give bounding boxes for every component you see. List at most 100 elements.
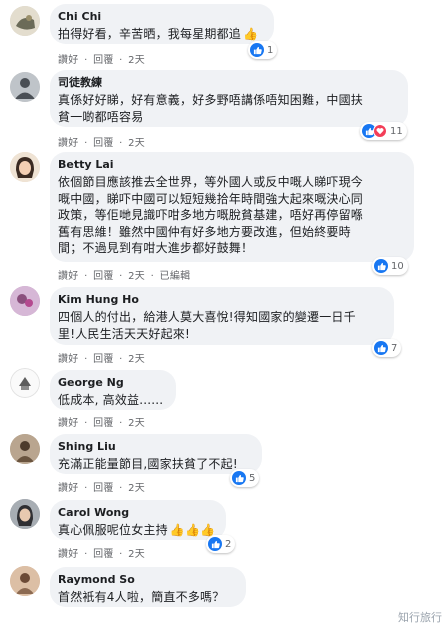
- reaction-summary[interactable]: 5: [230, 469, 260, 487]
- comment-line: 政策，等佢哋見識吓咁多地方嘅脫貧基建，唔好再停留喺: [58, 208, 364, 222]
- like-icon: [250, 43, 264, 57]
- separator: ·: [119, 354, 123, 365]
- reply-link[interactable]: 回覆: [93, 418, 114, 429]
- reaction-summary[interactable]: 2: [206, 535, 236, 553]
- comment-text: 依個節目應該推去全世界，等外國人或反中嘅人睇吓現今 嘅中國，睇吓中國可以短短幾拾…: [58, 174, 404, 257]
- user-avatar-icon: [10, 72, 40, 102]
- commenter-name[interactable]: Raymond So: [58, 573, 236, 587]
- comment-line: 嘅中國，睇吓中國可以短短幾拾年時間強大起來嘅決心同: [58, 191, 364, 206]
- separator: ·: [84, 549, 88, 560]
- love-icon: [373, 124, 387, 138]
- avatar[interactable]: [10, 368, 40, 398]
- watermark: 知行旅行: [398, 611, 442, 624]
- comment-line: 里!人民生活天天好起來!: [58, 326, 191, 341]
- like-icon: [374, 341, 388, 355]
- comment-line: 真係好好睇，好有意義，好多野唔講係唔知困難，中國扶: [58, 93, 364, 107]
- separator: ·: [119, 271, 123, 282]
- reaction-summary[interactable]: 11: [360, 122, 407, 140]
- commenter-name[interactable]: George Ng: [58, 376, 166, 390]
- commenter-name[interactable]: Kim Hung Ho: [58, 293, 384, 307]
- comment-text: 真係好好睇，好有意義，好多野唔講係唔知困難，中國扶 貧一啲都唔容易: [58, 92, 398, 125]
- comment-bubble: Betty Lai 依個節目應該推去全世界，等外國人或反中嘅人睇吓現今 嘅中國，…: [50, 152, 414, 262]
- avatar[interactable]: [10, 152, 40, 182]
- comment-text: 拍得好看，辛苦晒，我每星期都追 👍: [58, 26, 264, 43]
- avatar[interactable]: [10, 566, 40, 596]
- user-avatar-icon: [10, 286, 40, 316]
- like-link[interactable]: 讚好: [58, 483, 79, 494]
- comment-actions: 讚好 · 回覆 · 2天: [58, 134, 147, 149]
- avatar[interactable]: [10, 434, 40, 464]
- reaction-summary[interactable]: 7: [372, 339, 402, 357]
- like-link[interactable]: 讚好: [58, 354, 79, 365]
- commenter-name[interactable]: 司徒教練: [58, 76, 398, 90]
- separator: ·: [119, 483, 123, 494]
- like-link[interactable]: 讚好: [58, 138, 79, 149]
- comment-bubble: Raymond So 首然衹有4人啦，簡直不多嗎？: [50, 567, 246, 607]
- comment-text: 首然衹有4人啦，簡直不多嗎？: [58, 589, 236, 606]
- comment-actions: 讚好 · 回覆 · 2天: [58, 479, 147, 494]
- like-link[interactable]: 讚好: [58, 271, 79, 282]
- comment-timestamp[interactable]: 2天: [128, 55, 145, 66]
- comment-text: 真心佩服呢位女主持 👍👍👍: [58, 522, 216, 539]
- comment-timestamp[interactable]: 2天: [128, 549, 145, 560]
- user-avatar-icon: [10, 6, 40, 36]
- comment-actions: 讚好 · 回覆 · 2天: [58, 545, 147, 560]
- commenter-name[interactable]: Carol Wong: [58, 506, 216, 520]
- comment-timestamp[interactable]: 2天: [128, 354, 145, 365]
- thumbs-up-emoji: 👍👍👍: [169, 523, 216, 537]
- comment-line: 首然衹有4人啦，簡直不多嗎？: [58, 590, 225, 604]
- reaction-summary[interactable]: 1: [248, 41, 278, 59]
- comment-line: 四個人的付出，給港人莫大喜悅!得知國家的變遷一日千: [58, 310, 356, 324]
- like-icon: [374, 259, 388, 273]
- reply-link[interactable]: 回覆: [93, 483, 114, 494]
- edited-label: 已編輯: [159, 271, 191, 282]
- thumbs-up-emoji: 👍: [243, 27, 259, 41]
- reaction-count: 5: [249, 472, 256, 484]
- reply-link[interactable]: 回覆: [93, 549, 114, 560]
- separator: ·: [84, 55, 88, 66]
- comment-bubble: Carol Wong 真心佩服呢位女主持 👍👍👍: [50, 500, 226, 540]
- avatar[interactable]: [10, 286, 40, 316]
- reply-link[interactable]: 回覆: [93, 138, 114, 149]
- comment-actions: 讚好 · 回覆 · 2天: [58, 51, 147, 66]
- comment-line: 依個節目應該推去全世界，等外國人或反中嘅人睇吓現今: [58, 175, 364, 189]
- user-avatar-icon: [10, 152, 40, 182]
- user-avatar-icon: [10, 368, 40, 398]
- user-avatar-icon: [10, 566, 40, 596]
- separator: ·: [119, 418, 123, 429]
- like-link[interactable]: 讚好: [58, 55, 79, 66]
- like-link[interactable]: 讚好: [58, 418, 79, 429]
- comment-line: 間；不過見到有咁大進步都好鼓舞！: [58, 241, 254, 255]
- separator: ·: [119, 138, 123, 149]
- comment-timestamp[interactable]: 2天: [128, 138, 145, 149]
- commenter-name[interactable]: Shing Liu: [58, 440, 252, 454]
- reply-link[interactable]: 回覆: [93, 55, 114, 66]
- comment-bubble: Chi Chi 拍得好看，辛苦晒，我每星期都追 👍: [50, 4, 274, 44]
- comment-line: 舊有思維！雖然中國仲有好多地方要改進，但始終要時: [58, 224, 351, 239]
- comment-timestamp[interactable]: 2天: [128, 418, 145, 429]
- commenter-name[interactable]: Betty Lai: [58, 158, 404, 172]
- reply-link[interactable]: 回覆: [93, 271, 114, 282]
- comment-text: 充滿正能量節目,國家扶貧了不起!: [58, 456, 252, 473]
- like-link[interactable]: 讚好: [58, 549, 79, 560]
- comment-timestamp[interactable]: 2天: [128, 271, 145, 282]
- avatar[interactable]: [10, 499, 40, 529]
- commenter-name[interactable]: Chi Chi: [58, 10, 264, 24]
- reaction-count: 10: [391, 260, 404, 272]
- reaction-summary[interactable]: 10: [372, 257, 408, 275]
- comment-text: 四個人的付出，給港人莫大喜悅!得知國家的變遷一日千 里!人民生活天天好起來!: [58, 309, 384, 342]
- avatar[interactable]: [10, 72, 40, 102]
- comment-bubble: Kim Hung Ho 四個人的付出，給港人莫大喜悅!得知國家的變遷一日千 里!…: [50, 287, 394, 345]
- comment-line: 真心佩服呢位女主持: [58, 523, 168, 537]
- separator: ·: [84, 354, 88, 365]
- comment-actions: 讚好 · 回覆 · 2天: [58, 414, 147, 429]
- avatar[interactable]: [10, 6, 40, 36]
- comment-timestamp[interactable]: 2天: [128, 483, 145, 494]
- separator: ·: [150, 271, 155, 282]
- reaction-count: 11: [390, 125, 403, 137]
- comment-line: 貧一啲都唔容易: [58, 109, 144, 124]
- separator: ·: [84, 271, 88, 282]
- separator: ·: [84, 418, 88, 429]
- user-avatar-icon: [10, 499, 40, 529]
- reply-link[interactable]: 回覆: [93, 354, 114, 365]
